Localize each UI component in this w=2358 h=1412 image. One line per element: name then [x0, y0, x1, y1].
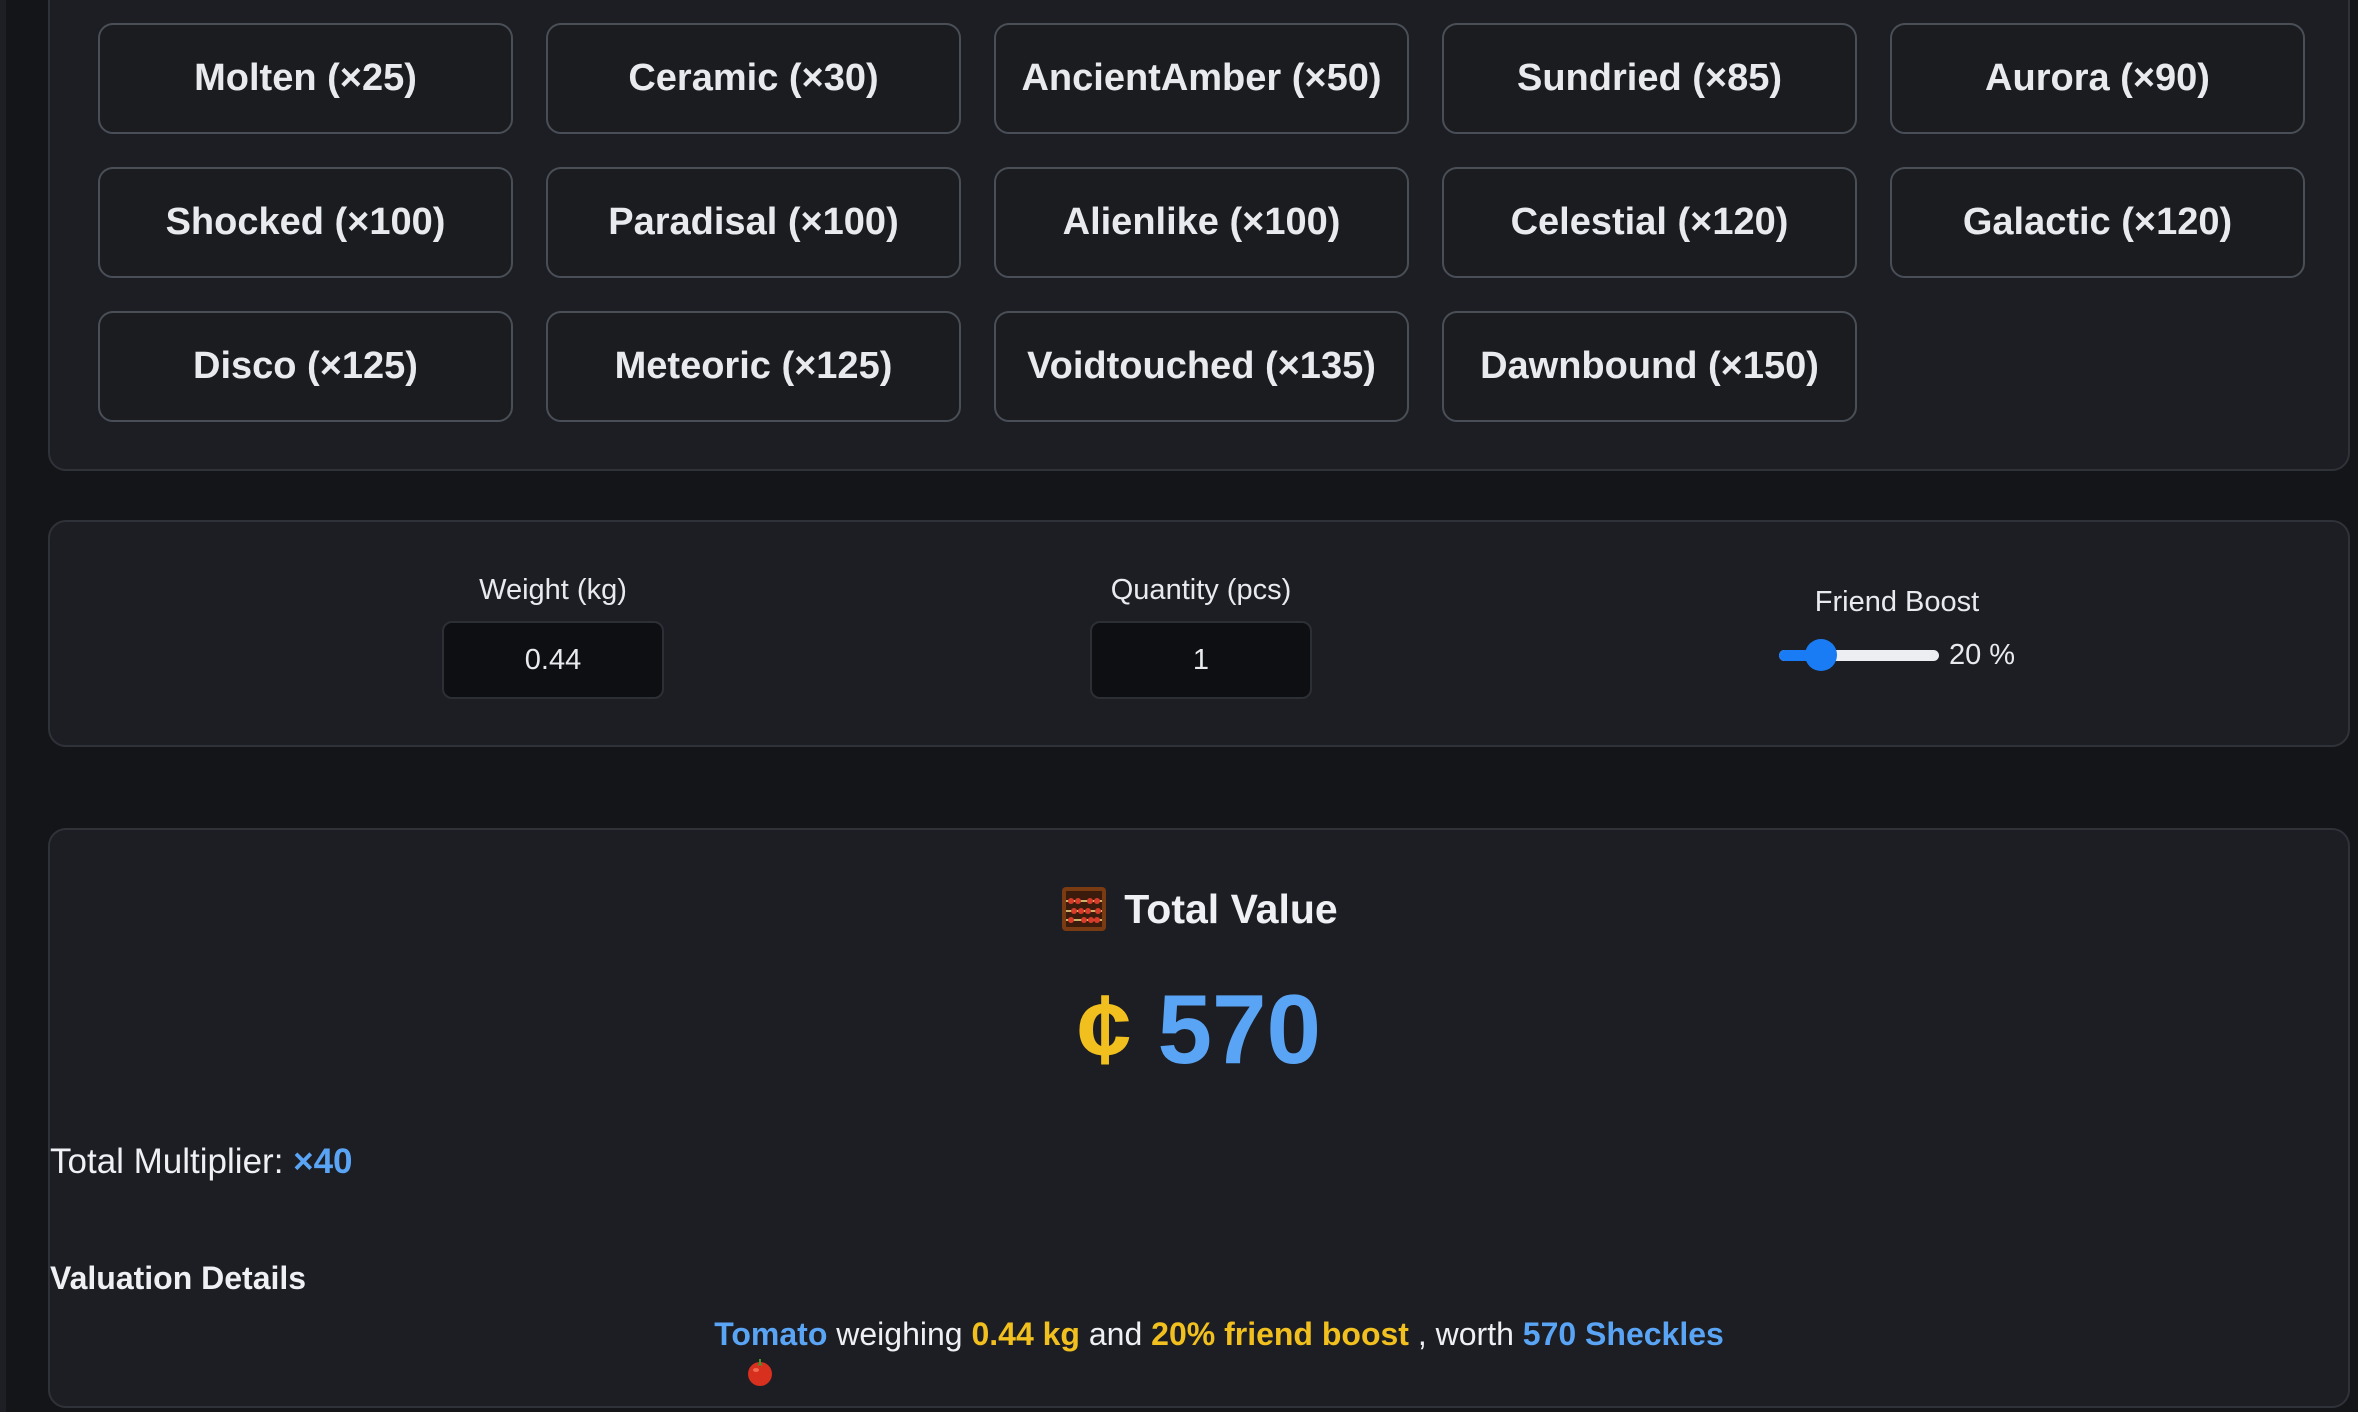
quantity-label: Quantity (pcs) — [1110, 574, 1292, 606]
total-multiplier-label: Total Multiplier: — [50, 1142, 284, 1181]
mutation-button[interactable]: Shocked (×100) — [98, 167, 513, 278]
slider-thumb[interactable] — [1804, 639, 1837, 671]
result-panel: Total Value ¢ 570 Total Multiplier: ×40 … — [48, 828, 2350, 1408]
mutation-button[interactable]: Voidtouched (×135) — [994, 311, 1409, 422]
tomato-icon — [674, 1320, 773, 1386]
mutation-button[interactable]: Disco (×125) — [98, 311, 513, 422]
weight-input[interactable] — [442, 621, 664, 699]
friend-boost-slider[interactable] — [1778, 637, 1939, 673]
mutation-button[interactable]: Paradisal (×100) — [546, 167, 961, 278]
mutation-button[interactable]: AncientAmber (×50) — [994, 23, 1409, 134]
calculator-page: Molten (×25) Ceramic (×30) AncientAmber (×… — [0, 0, 2358, 1412]
currency-symbol: ¢ — [1076, 974, 1132, 1084]
valuation-details-text: Tomato weighing 0.44 kg and 20% friend b… — [50, 1316, 2348, 1386]
mutation-button[interactable]: Ceramic (×30) — [546, 23, 961, 134]
total-value-heading: Total Value — [50, 885, 2348, 933]
friend-boost-row: 20 % — [1778, 637, 2016, 673]
total-multiplier: Total Multiplier: ×40 — [50, 1142, 2348, 1182]
details-worth-text: , worth — [1417, 1316, 1514, 1352]
details-weight: 0.44 kg — [971, 1316, 1080, 1352]
details-weighing-text: weighing — [836, 1316, 963, 1352]
details-worth: 570 Sheckles — [1522, 1316, 1724, 1352]
details-crop: Tomato — [714, 1316, 828, 1352]
mutation-button-grid: Molten (×25) Ceramic (×30) AncientAmber (×… — [98, 23, 2305, 422]
weight-field: Weight (kg) — [442, 574, 664, 699]
mutation-button[interactable]: Celestial (×120) — [1442, 167, 1857, 278]
friend-boost-field: Friend Boost 20 % — [1732, 586, 2062, 673]
total-amount-value: 570 — [1157, 974, 1322, 1084]
mutation-button[interactable]: Galactic (×120) — [1890, 167, 2305, 278]
details-and-text: and — [1088, 1316, 1143, 1352]
quantity-field: Quantity (pcs) — [1090, 574, 1312, 699]
quantity-input[interactable] — [1090, 621, 1312, 699]
friend-boost-value: 20 % — [1948, 638, 2016, 671]
friend-boost-label: Friend Boost — [1814, 586, 1980, 618]
total-amount: ¢ 570 — [50, 980, 2348, 1078]
weight-label: Weight (kg) — [479, 574, 627, 606]
mutation-button[interactable]: Aurora (×90) — [1890, 23, 2305, 134]
mutations-panel: Molten (×25) Ceramic (×30) AncientAmber (×… — [48, 0, 2350, 471]
mutation-button[interactable]: Dawnbound (×150) — [1442, 311, 1857, 422]
mutation-button[interactable]: Sundried (×85) — [1442, 23, 1857, 134]
abacus-icon — [1060, 885, 1108, 933]
mutation-button[interactable]: Meteoric (×125) — [546, 311, 961, 422]
inputs-panel: Weight (kg) Quantity (pcs) Friend Boost … — [48, 520, 2350, 747]
total-multiplier-value: ×40 — [293, 1142, 353, 1181]
details-boost: 20% friend boost — [1151, 1316, 1409, 1352]
left-edge-strip — [0, 0, 6, 1412]
mutation-button[interactable]: Alienlike (×100) — [994, 167, 1409, 278]
valuation-details-heading: Valuation Details — [50, 1260, 307, 1296]
mutation-button[interactable]: Molten (×25) — [98, 23, 513, 134]
total-value-title: Total Value — [1124, 885, 1338, 932]
